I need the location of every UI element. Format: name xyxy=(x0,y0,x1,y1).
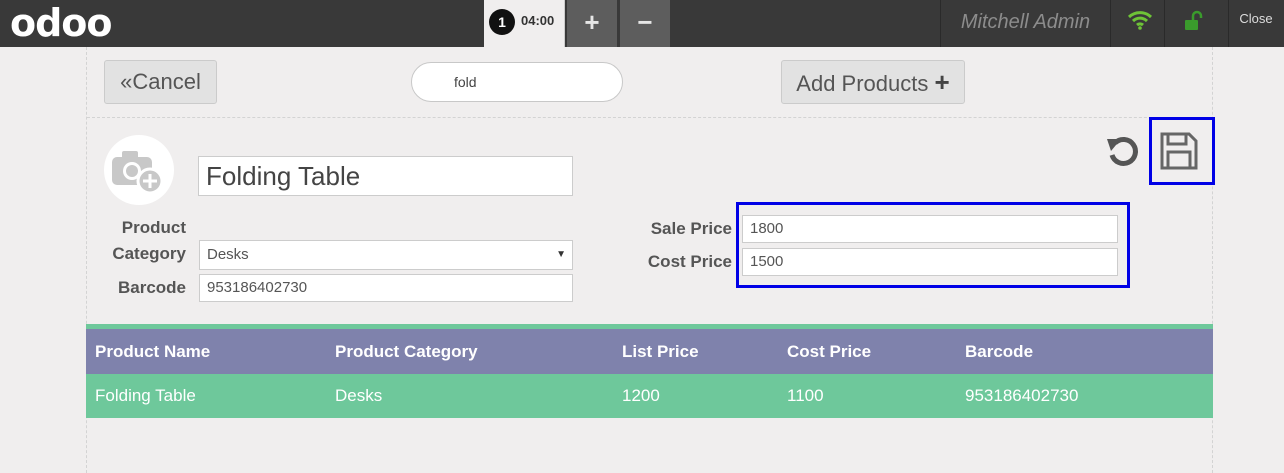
cost-price-label: Cost Price xyxy=(647,252,732,271)
sale-price-label: Sale Price xyxy=(650,219,732,238)
cell-barcode: 953186402730 xyxy=(965,386,1079,405)
product-category-label-line1: Product xyxy=(121,218,186,237)
product-name-input[interactable]: Folding Table xyxy=(198,156,573,196)
topbar-separator xyxy=(1164,0,1165,47)
unlocked-icon[interactable] xyxy=(1184,10,1204,37)
order-time: 04:00 xyxy=(521,13,555,28)
dropdown-arrow-icon: ▼ xyxy=(556,249,566,260)
header-barcode: Barcode xyxy=(965,342,1034,361)
header-product-name: Product Name xyxy=(95,342,211,361)
add-products-button[interactable]: Add Products + xyxy=(781,60,965,104)
product-category-value: Desks xyxy=(207,246,249,263)
section-divider xyxy=(87,117,1212,118)
plus-icon: + xyxy=(934,67,950,97)
header-product-category: Product Category xyxy=(335,342,478,361)
product-category-select[interactable]: Desks ▼ xyxy=(199,240,573,270)
order-tab[interactable]: 1 04:00 xyxy=(484,0,565,47)
cell-list-price: 1200 xyxy=(622,386,660,405)
product-category-label-line2: Category xyxy=(112,244,186,263)
cell-cost-price: 1100 xyxy=(787,386,824,405)
double-chevron-left-icon: « xyxy=(120,69,133,94)
barcode-label: Barcode xyxy=(117,278,186,297)
add-products-label: Add Products xyxy=(796,71,929,96)
search-input[interactable]: fold xyxy=(411,62,623,102)
wifi-icon[interactable] xyxy=(1127,10,1153,35)
header-cost-price: Cost Price xyxy=(787,342,872,361)
prices-highlight-box xyxy=(736,202,1130,288)
cell-product-category: Desks xyxy=(335,386,383,405)
user-name[interactable]: Mitchell Admin xyxy=(941,0,1110,47)
header-list-price: List Price xyxy=(622,342,699,361)
save-icon[interactable] xyxy=(1159,131,1199,171)
close-button[interactable]: Close xyxy=(1228,0,1284,47)
order-number-badge: 1 xyxy=(489,9,515,35)
table-row[interactable]: Folding Table Desks 1200 1100 9531864027… xyxy=(86,374,1213,418)
remove-order-button[interactable]: − xyxy=(620,0,670,47)
camera-add-icon xyxy=(112,151,164,195)
odoo-logo: odoo xyxy=(10,1,113,45)
topbar-separator xyxy=(1110,0,1111,47)
cancel-label: Cancel xyxy=(132,69,201,94)
barcode-input[interactable]: 953186402730 xyxy=(199,274,573,302)
undo-icon[interactable] xyxy=(1105,133,1143,171)
cell-product-name: Folding Table xyxy=(95,386,196,405)
add-order-button[interactable]: + xyxy=(567,0,617,47)
top-bar: odoo 1 04:00 + − Mitchell Admin Close xyxy=(0,0,1284,47)
table-header: Product Name Product Category List Price… xyxy=(86,329,1213,374)
cancel-button[interactable]: «Cancel xyxy=(104,60,217,104)
product-image-upload[interactable] xyxy=(104,135,174,205)
